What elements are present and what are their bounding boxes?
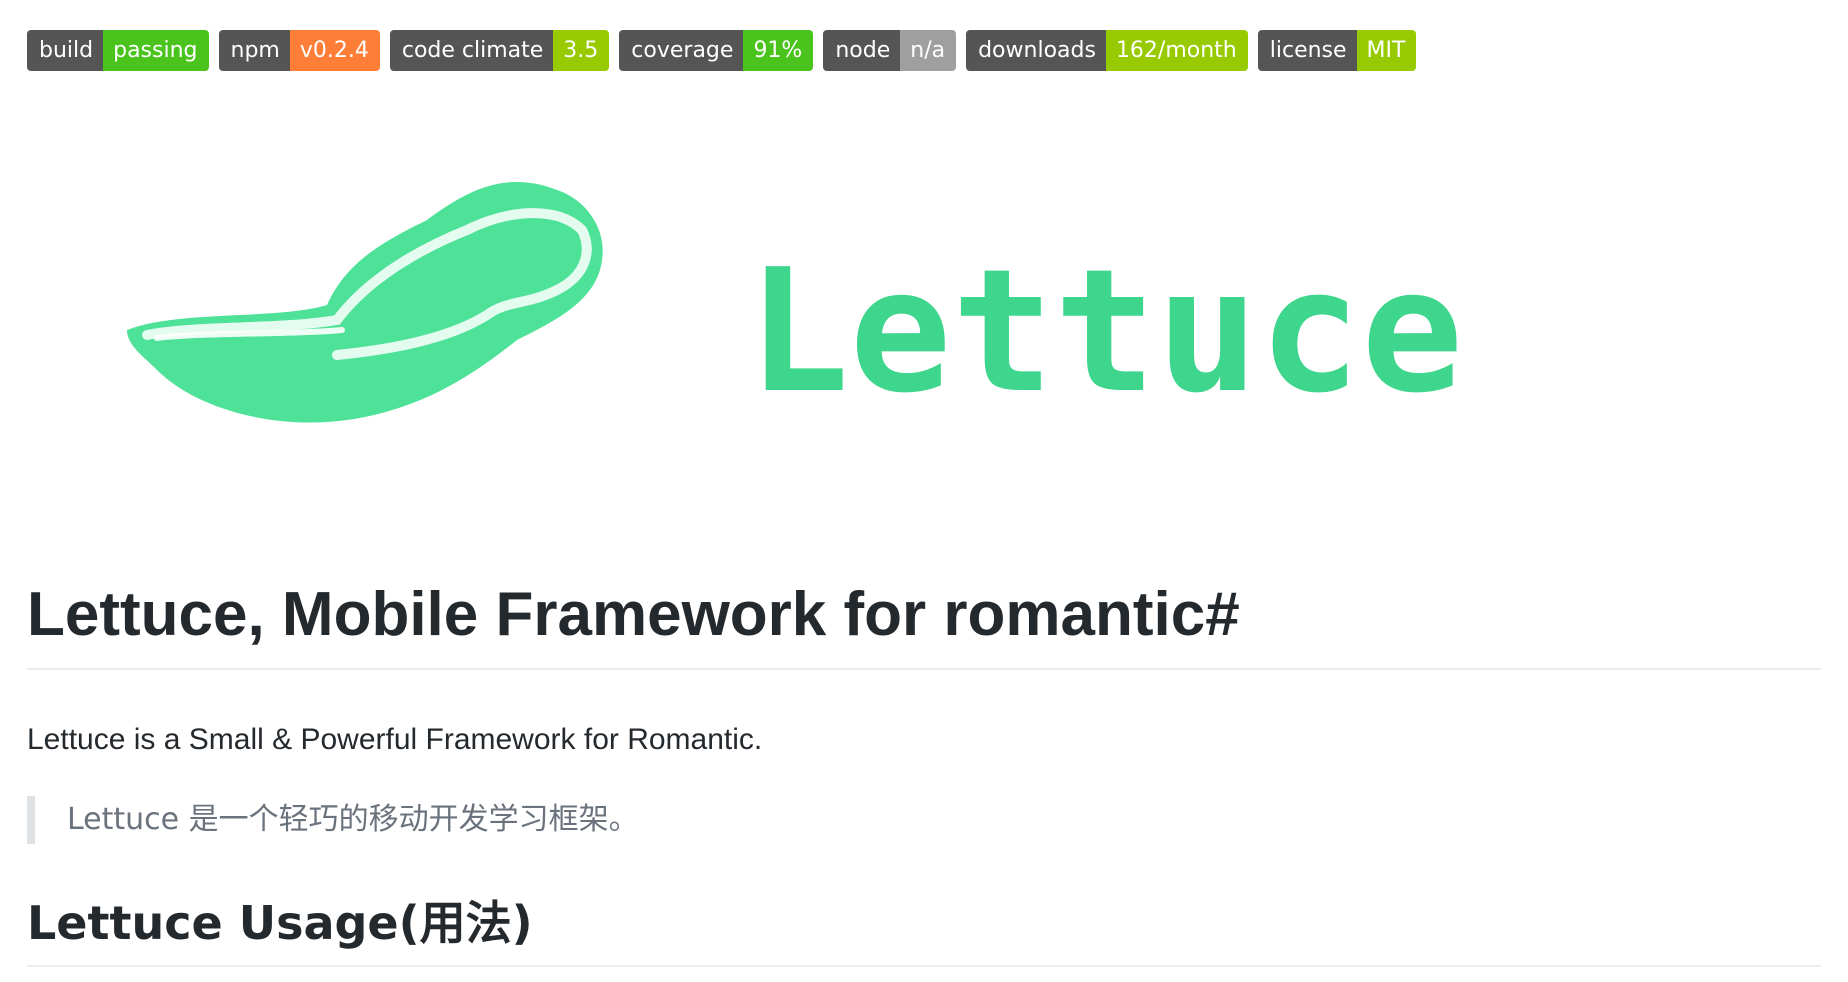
license-badge[interactable]: license MIT: [1257, 30, 1417, 71]
badge-value: 91%: [743, 30, 814, 71]
downloads-badge[interactable]: downloads 162/month: [966, 30, 1248, 71]
lettuce-leaf-icon: [127, 181, 603, 423]
badge-label: coverage: [619, 30, 744, 71]
page-title: Lettuce, Mobile Framework for romantic#: [27, 580, 1821, 670]
code-climate-badge[interactable]: code climate 3.5: [389, 30, 610, 71]
build-badge[interactable]: build passing: [27, 30, 209, 71]
badge-value: v0.2.4: [289, 30, 380, 71]
badge-label: downloads: [966, 30, 1106, 71]
node-badge[interactable]: node n/a: [823, 30, 957, 71]
badge-row: build passing npm v0.2.4 code climate 3.…: [27, 30, 1417, 71]
badge-label: code climate: [389, 30, 554, 71]
badge-value: n/a: [900, 30, 957, 71]
intro-paragraph: Lettuce is a Small & Powerful Framework …: [27, 723, 763, 756]
usage-heading: Lettuce Usage(用法): [27, 895, 1821, 967]
badge-label: npm: [218, 30, 290, 71]
blockquote-text: Lettuce 是一个轻巧的移动开发学习框架。: [67, 802, 639, 837]
badge-value: 3.5: [553, 30, 610, 71]
logo-wordmark: Lettuce: [747, 233, 1463, 431]
coverage-badge[interactable]: coverage 91%: [619, 30, 814, 71]
badge-label: node: [823, 30, 901, 71]
page-title-text: Lettuce, Mobile Framework for romantic: [27, 580, 1206, 649]
badge-label: build: [27, 30, 104, 71]
badge-value: passing: [103, 30, 209, 71]
badge-value: MIT: [1356, 30, 1417, 71]
npm-badge[interactable]: npm v0.2.4: [218, 30, 380, 71]
badge-label: license: [1257, 30, 1357, 71]
lettuce-logo: Lettuce: [127, 181, 1463, 431]
description-blockquote: Lettuce 是一个轻巧的移动开发学习框架。: [27, 796, 639, 844]
badge-value: 162/month: [1105, 30, 1248, 71]
heading-anchor-link[interactable]: #: [1205, 580, 1239, 649]
